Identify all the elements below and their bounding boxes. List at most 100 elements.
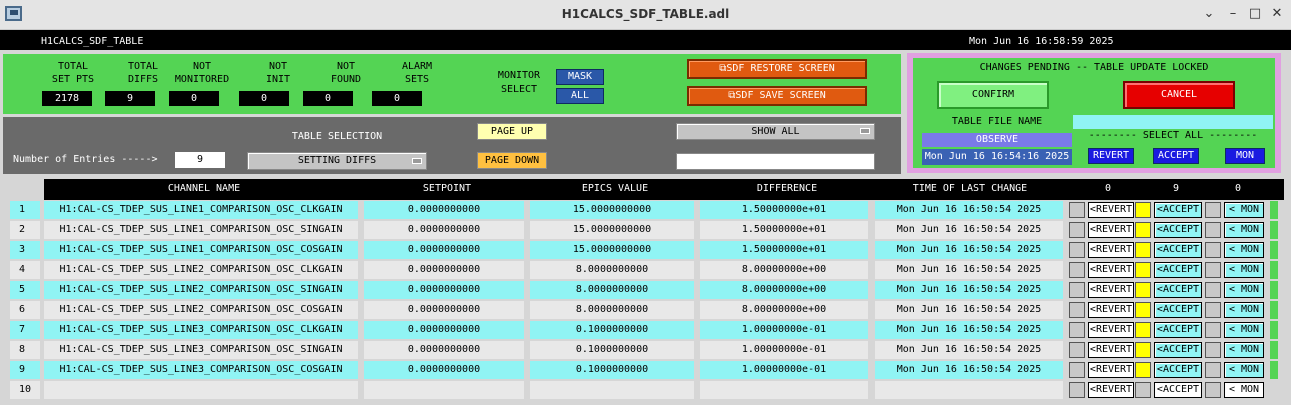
accept-button[interactable]: <ACCEPT <box>1154 242 1202 258</box>
minimize-icon[interactable]: – <box>1224 5 1242 23</box>
time-cell: Mon Jun 16 16:50:54 2025 <box>875 241 1063 259</box>
revert-button[interactable]: <REVERT <box>1088 262 1134 278</box>
accept-checkbox[interactable] <box>1135 202 1151 218</box>
sdf-save-screen-button[interactable]: ⧉SDF SAVE SCREEN <box>687 86 867 106</box>
select-all-mon-button[interactable]: MON <box>1225 148 1265 164</box>
accept-button[interactable]: <ACCEPT <box>1154 262 1202 278</box>
maximize-icon[interactable]: □ <box>1246 5 1264 23</box>
accept-checkbox[interactable] <box>1135 302 1151 318</box>
mon-checkbox[interactable] <box>1205 202 1221 218</box>
page-up-button[interactable]: PAGE UP <box>477 123 547 140</box>
revert-button[interactable]: <REVERT <box>1088 282 1134 298</box>
time-cell: Mon Jun 16 16:50:54 2025 <box>875 301 1063 319</box>
revert-button[interactable]: <REVERT <box>1088 202 1134 218</box>
revert-button[interactable]: <REVERT <box>1088 222 1134 238</box>
revert-checkbox[interactable] <box>1069 382 1085 398</box>
mon-checkbox[interactable] <box>1205 282 1221 298</box>
accept-button[interactable]: <ACCEPT <box>1154 202 1202 218</box>
table-file-name-field[interactable] <box>1073 115 1273 129</box>
revert-button[interactable]: <REVERT <box>1088 382 1134 398</box>
difference-cell: 1.50000000e+01 <box>700 221 868 239</box>
accept-button[interactable]: <ACCEPT <box>1154 342 1202 358</box>
setpoint-cell <box>364 381 524 399</box>
accept-checkbox[interactable] <box>1135 242 1151 258</box>
revert-button[interactable]: <REVERT <box>1088 242 1134 258</box>
status-indicator <box>1270 221 1278 239</box>
channel-name-cell: H1:CAL-CS_TDEP_SUS_LINE2_COMPARISON_OSC_… <box>44 261 358 279</box>
mon-button[interactable]: < MON <box>1224 322 1264 338</box>
revert-button[interactable]: <REVERT <box>1088 322 1134 338</box>
mon-checkbox[interactable] <box>1205 302 1221 318</box>
epics-value-cell: 0.1000000000 <box>530 361 694 379</box>
mon-button[interactable]: < MON <box>1224 242 1264 258</box>
accept-checkbox[interactable] <box>1135 362 1151 378</box>
observe-label: OBSERVE <box>922 133 1072 147</box>
all-button[interactable]: ALL <box>556 88 604 104</box>
revert-checkbox[interactable] <box>1069 262 1085 278</box>
time-cell: Mon Jun 16 16:50:54 2025 <box>875 261 1063 279</box>
show-all-dropdown[interactable]: SHOW ALL <box>676 123 875 140</box>
revert-checkbox[interactable] <box>1069 222 1085 238</box>
accept-button[interactable]: <ACCEPT <box>1154 362 1202 378</box>
mon-checkbox[interactable] <box>1205 322 1221 338</box>
table-selection-dropdown[interactable]: SETTING DIFFS <box>247 152 427 170</box>
accept-checkbox[interactable] <box>1135 382 1151 398</box>
close-icon[interactable]: ✕ <box>1268 5 1286 23</box>
revert-checkbox[interactable] <box>1069 362 1085 378</box>
select-all-accept-button[interactable]: ACCEPT <box>1153 148 1199 164</box>
filter-input[interactable] <box>676 153 875 170</box>
accept-button[interactable]: <ACCEPT <box>1154 382 1202 398</box>
cancel-button[interactable]: CANCEL <box>1123 81 1235 109</box>
revert-button[interactable]: <REVERT <box>1088 362 1134 378</box>
menu-indicator-icon <box>860 128 870 134</box>
select-all-revert-button[interactable]: REVERT <box>1088 148 1134 164</box>
revert-checkbox[interactable] <box>1069 202 1085 218</box>
channel-name-cell: H1:CAL-CS_TDEP_SUS_LINE3_COMPARISON_OSC_… <box>44 361 358 379</box>
confirm-button[interactable]: CONFIRM <box>937 81 1049 109</box>
accept-checkbox[interactable] <box>1135 262 1151 278</box>
accept-checkbox[interactable] <box>1135 222 1151 238</box>
mask-button[interactable]: MASK <box>556 69 604 85</box>
mon-button[interactable]: < MON <box>1224 342 1264 358</box>
accept-button[interactable]: <ACCEPT <box>1154 322 1202 338</box>
stat-label: ALARM SETS <box>401 61 433 85</box>
revert-checkbox[interactable] <box>1069 302 1085 318</box>
revert-button[interactable]: <REVERT <box>1088 342 1134 358</box>
channel-name-cell: H1:CAL-CS_TDEP_SUS_LINE3_COMPARISON_OSC_… <box>44 321 358 339</box>
difference-cell: 1.00000000e-01 <box>700 341 868 359</box>
chevron-down-icon[interactable]: ⌄ <box>1200 5 1218 23</box>
mon-checkbox[interactable] <box>1205 362 1221 378</box>
revert-checkbox[interactable] <box>1069 322 1085 338</box>
mon-checkbox[interactable] <box>1205 222 1221 238</box>
status-indicator <box>1270 261 1278 279</box>
entries-count: 9 <box>175 152 225 168</box>
mon-checkbox[interactable] <box>1205 242 1221 258</box>
column-setpoint: SETPOINT <box>422 183 472 194</box>
revert-button[interactable]: <REVERT <box>1088 302 1134 318</box>
window-titlebar[interactable]: H1CALCS_SDF_TABLE.adl ⌄ – □ ✕ <box>0 0 1291 30</box>
page-down-button[interactable]: PAGE DOWN <box>477 152 547 169</box>
accept-checkbox[interactable] <box>1135 322 1151 338</box>
column-epics-value: EPICS VALUE <box>581 183 649 194</box>
mon-button[interactable]: < MON <box>1224 262 1264 278</box>
accept-checkbox[interactable] <box>1135 282 1151 298</box>
epics-value-cell: 8.0000000000 <box>530 261 694 279</box>
revert-checkbox[interactable] <box>1069 282 1085 298</box>
mon-button[interactable]: < MON <box>1224 362 1264 378</box>
revert-checkbox[interactable] <box>1069 242 1085 258</box>
sdf-restore-screen-button[interactable]: ⧉SDF RESTORE SCREEN <box>687 59 867 79</box>
mon-button[interactable]: < MON <box>1224 302 1264 318</box>
accept-button[interactable]: <ACCEPT <box>1154 302 1202 318</box>
accept-checkbox[interactable] <box>1135 342 1151 358</box>
revert-checkbox[interactable] <box>1069 342 1085 358</box>
mon-checkbox[interactable] <box>1205 342 1221 358</box>
mon-checkbox[interactable] <box>1205 382 1221 398</box>
mon-button[interactable]: < MON <box>1224 202 1264 218</box>
accept-button[interactable]: <ACCEPT <box>1154 222 1202 238</box>
epics-value-cell: 0.1000000000 <box>530 321 694 339</box>
mon-button[interactable]: < MON <box>1224 222 1264 238</box>
mon-button[interactable]: < MON <box>1224 282 1264 298</box>
accept-button[interactable]: <ACCEPT <box>1154 282 1202 298</box>
mon-button[interactable]: < MON <box>1224 382 1264 398</box>
mon-checkbox[interactable] <box>1205 262 1221 278</box>
